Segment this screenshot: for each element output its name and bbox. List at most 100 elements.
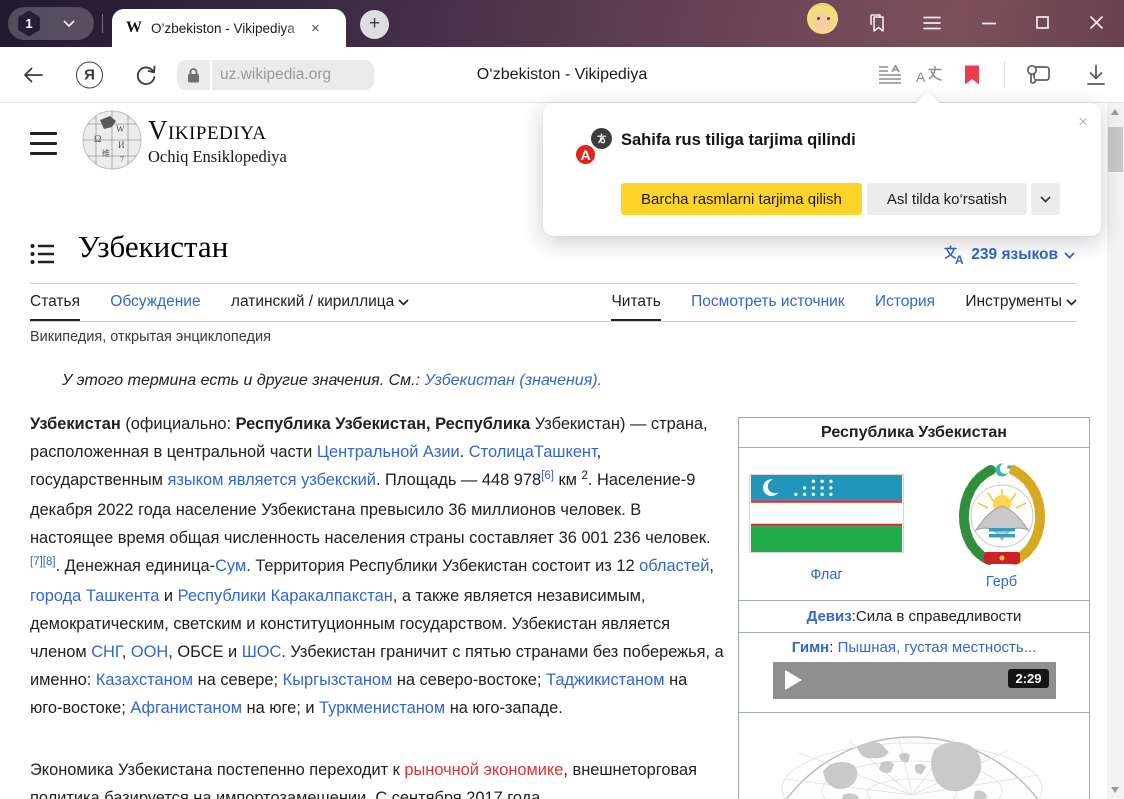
wiki-link[interactable]: языком является узбекский: [167, 471, 376, 489]
wiki-link[interactable]: Таджикистаном: [546, 671, 664, 689]
bookmark-page-icon[interactable]: [964, 64, 980, 85]
languages-button[interactable]: A 239 языков: [944, 245, 1075, 265]
popup-options-chevron[interactable]: [1031, 183, 1060, 215]
wiki-link[interactable]: Республики Каракалпакстан: [178, 587, 393, 605]
wiki-link[interactable]: [7][8]: [30, 556, 56, 568]
anthem-label-link[interactable]: Гимн: [792, 639, 830, 656]
tab-language-variant[interactable]: латинский / кириллица: [231, 293, 409, 320]
location-map[interactable]: [739, 713, 1089, 799]
text-segment: . Территория Республики Узбекистан состо…: [246, 557, 639, 575]
toc-list-icon[interactable]: [30, 243, 55, 265]
svg-text:7: 7: [120, 155, 124, 164]
page-scrollbar[interactable]: [1107, 103, 1124, 799]
wiki-link[interactable]: ООН: [131, 643, 168, 661]
show-original-button[interactable]: Asl tilda ko‘rsatish: [867, 183, 1027, 215]
uzbekistan-flag-image[interactable]: [749, 474, 904, 553]
svg-text:A: A: [916, 69, 926, 85]
audio-duration: 2:29: [1008, 669, 1048, 688]
wiki-wordmark[interactable]: Vikipediya Ochiq Ensiklopediya: [148, 115, 287, 167]
flag-link[interactable]: Флаг: [810, 567, 842, 583]
wiki-subtitle-text: Ochiq Ensiklopediya: [148, 147, 287, 167]
browser-tab[interactable]: W O’zbekiston - Vikipediya ×: [112, 9, 346, 47]
tab-article[interactable]: Статья: [30, 293, 80, 320]
svg-text:A: A: [955, 253, 964, 265]
downloads-icon[interactable]: [1086, 64, 1106, 85]
wiki-link[interactable]: Туркменистаном: [319, 699, 445, 717]
text-segment: , ОБСЕ и: [168, 643, 241, 661]
text-segment: Республика Узбекистан, Республика: [236, 415, 531, 433]
coat-of-arms-link[interactable]: Герб: [986, 574, 1017, 590]
wiki-link[interactable]: Афганистаном: [130, 699, 242, 717]
text-segment: 2: [582, 470, 588, 482]
languages-chevron-icon: [1064, 252, 1075, 259]
window-close-icon[interactable]: [1090, 16, 1103, 29]
uzbekistan-coat-of-arms-image[interactable]: [951, 460, 1053, 568]
wiki-link[interactable]: Узбекистан (значения).: [424, 372, 602, 389]
wiki-menu-icon[interactable]: [30, 132, 57, 162]
window-minimize-icon[interactable]: [982, 22, 996, 25]
wiki-link[interactable]: рыночной экономике: [404, 761, 563, 779]
text-segment: ,: [122, 643, 131, 661]
wiki-link[interactable]: города Ташкента: [30, 587, 159, 605]
user-avatar[interactable]: [807, 3, 838, 34]
wiki-link[interactable]: Кыргызстаном: [283, 671, 393, 689]
text-segment: на северо-востоке;: [392, 671, 546, 689]
translate-popup: A Sahifa rus tiliga tarjima qilindi × Ba…: [543, 103, 1101, 236]
tab-read[interactable]: Читать: [611, 293, 660, 320]
bookmarks-icon[interactable]: [866, 14, 890, 34]
text-segment: и: [159, 587, 177, 605]
svg-text:维: 维: [102, 148, 110, 158]
wiki-title-text: Vikipediya: [148, 115, 287, 146]
language-icon: A: [944, 245, 965, 265]
back-icon[interactable]: [22, 66, 44, 84]
tab-talk[interactable]: Обсуждение: [110, 293, 200, 320]
text-segment: Узбекистан: [30, 415, 121, 433]
translate-icon[interactable]: A: [916, 64, 944, 86]
scrollbar-thumb[interactable]: [1108, 127, 1123, 172]
wiki-link[interactable]: областей: [639, 557, 709, 575]
url-text-segment[interactable]: uz.wikipedia.org: [212, 60, 374, 90]
reader-mode-icon[interactable]: [878, 65, 902, 85]
tab-history[interactable]: История: [875, 293, 935, 320]
tab-group-counter[interactable]: 1: [8, 7, 94, 40]
site-subtitle: Википедия, открытая энциклопедия: [30, 329, 271, 345]
yandex-logo-icon[interactable]: Я: [76, 61, 103, 88]
reload-icon[interactable]: [134, 63, 158, 87]
translate-badge-icon: A: [574, 128, 612, 166]
popup-close-icon[interactable]: ×: [1078, 112, 1088, 132]
wikipedia-globe-logo[interactable]: Ω W И 维 7: [80, 108, 144, 172]
languages-count: 239 языков: [971, 246, 1058, 264]
wiki-link[interactable]: Центральной Азии: [317, 443, 460, 461]
popup-title: Sahifa rus tiliga tarjima qilindi: [621, 131, 856, 150]
browser-toolbar: Я uz.wikipedia.org O‘zbekiston - Vikiped…: [0, 47, 1124, 103]
translate-images-button[interactable]: Barcha rasmlarni tarjima qilish: [621, 183, 862, 215]
hatnote: У этого термина есть и другие значения. …: [62, 372, 722, 390]
anthem-link[interactable]: Пышная, густая местность...: [838, 639, 1037, 656]
tab-close-icon[interactable]: ×: [311, 20, 320, 37]
text-segment: . Площадь — 448 978: [376, 471, 541, 489]
passwords-icon[interactable]: [1022, 63, 1052, 87]
browser-menu-icon[interactable]: [923, 16, 941, 30]
tab-view-source[interactable]: Посмотреть источник: [691, 293, 844, 320]
wiki-link[interactable]: СНГ: [91, 643, 122, 661]
tabbar-divider: [102, 14, 103, 33]
play-icon[interactable]: [785, 670, 802, 690]
new-tab-button[interactable]: +: [360, 10, 389, 39]
wiki-link[interactable]: Казахстаном: [96, 671, 193, 689]
scrollbar-up-arrow[interactable]: [1111, 109, 1119, 115]
anthem-audio-player[interactable]: 2:29: [773, 662, 1056, 699]
toolbar-divider: [1004, 62, 1005, 88]
tab-title: O’zbekiston - Vikipediya: [151, 21, 309, 36]
window-maximize-icon[interactable]: [1036, 16, 1049, 29]
address-bar[interactable]: uz.wikipedia.org: [177, 60, 374, 90]
wiki-link[interactable]: [6]: [541, 470, 554, 482]
scrollbar-down-arrow[interactable]: [1111, 787, 1119, 793]
wiki-link[interactable]: СтолицаТашкент: [469, 443, 597, 461]
text-segment: км: [554, 471, 582, 489]
wiki-link[interactable]: Сум: [215, 557, 246, 575]
ssl-lock-segment[interactable]: [177, 60, 210, 90]
wiki-link[interactable]: ШОС: [242, 643, 282, 661]
tab-group-chevron-icon[interactable]: [63, 20, 75, 28]
motto-label-link[interactable]: Девиз: [807, 608, 852, 625]
tab-tools[interactable]: Инструменты: [965, 293, 1077, 320]
